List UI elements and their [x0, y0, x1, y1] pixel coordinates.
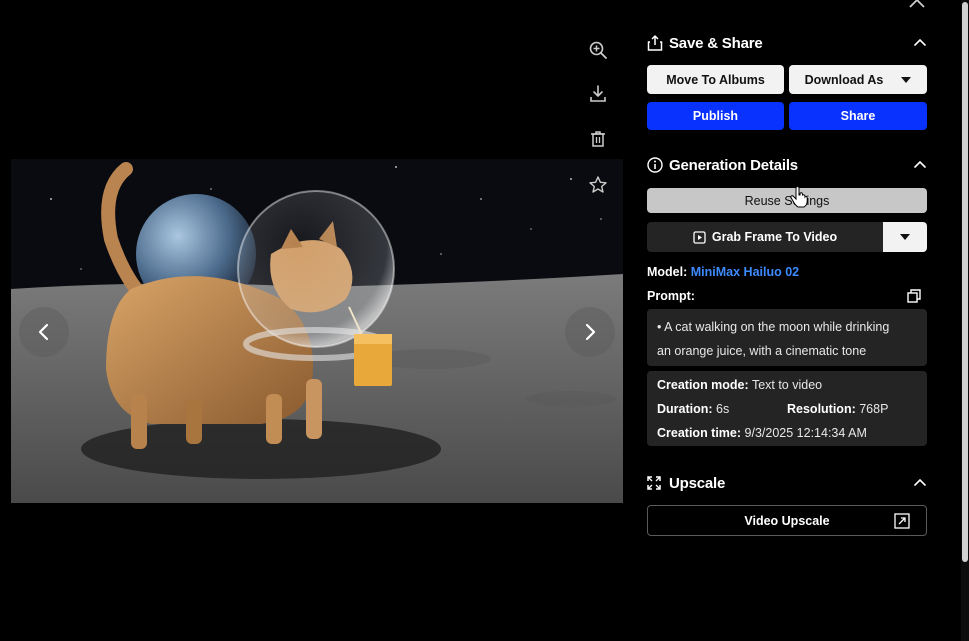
chevron-up-icon[interactable] — [913, 35, 927, 49]
caret-down-icon — [900, 234, 910, 240]
grab-frame-label: Grab Frame To Video — [711, 230, 838, 244]
copy-icon[interactable] — [906, 288, 922, 304]
prompt-text-line-2: an orange juice, with a cinematic tone — [657, 344, 867, 358]
creation-time-row: Creation time: 9/3/2025 12:14:34 AM — [657, 426, 867, 440]
save-share-header[interactable]: Save & Share — [647, 32, 927, 54]
delete-button[interactable] — [585, 126, 611, 152]
upscale-header[interactable]: Upscale — [647, 472, 927, 494]
prompt-text-line-1: • A cat walking on the moon while drinki… — [657, 320, 890, 334]
move-to-albums-button[interactable]: Move To Albums — [647, 65, 784, 94]
trash-icon — [591, 131, 605, 147]
expand-icon — [647, 475, 663, 491]
chevron-left-icon — [38, 323, 49, 341]
prompt-label: Prompt: — [647, 289, 695, 303]
share-button[interactable]: Share — [789, 102, 927, 130]
info-icon — [647, 157, 663, 173]
star-icon — [589, 176, 607, 193]
scrollbar[interactable] — [961, 0, 969, 641]
details-panel: Save & Share Move To Albums Download As … — [633, 0, 961, 641]
prompt-box: • A cat walking on the moon while drinki… — [647, 309, 927, 366]
publish-button[interactable]: Publish — [647, 102, 784, 130]
favorite-button[interactable] — [585, 172, 611, 198]
model-row: Model: MiniMax Hailuo 02 — [647, 265, 799, 279]
zoom-in-button[interactable] — [585, 37, 611, 63]
chevron-up-icon[interactable] — [913, 157, 927, 171]
download-button[interactable] — [585, 81, 611, 107]
download-as-button[interactable]: Download As — [789, 65, 927, 94]
frame-video-icon — [693, 230, 706, 244]
hand-cursor-icon — [790, 186, 808, 208]
share-label: Share — [840, 109, 876, 123]
generation-info-box: Creation mode: Text to video Duration: 6… — [647, 371, 927, 446]
media-viewer — [0, 0, 633, 641]
video-upscale-label: Video Upscale — [744, 513, 830, 528]
next-button[interactable] — [565, 307, 615, 357]
zoom-in-icon — [589, 41, 607, 59]
upscale-title: Upscale — [669, 474, 726, 492]
resolution-row: Resolution: 768P — [787, 402, 889, 416]
duration-row: Duration: 6s — [657, 402, 730, 416]
close-icon[interactable] — [907, 0, 927, 10]
chevron-up-icon[interactable] — [913, 475, 927, 489]
grab-frame-button[interactable]: Grab Frame To Video — [647, 222, 883, 252]
generation-details-title: Generation Details — [669, 156, 798, 174]
caret-down-icon — [901, 76, 912, 83]
external-link-icon — [894, 513, 910, 529]
video-upscale-button[interactable]: Video Upscale — [647, 505, 927, 536]
download-as-label: Download As — [804, 72, 884, 87]
download-icon — [590, 85, 606, 102]
save-share-title: Save & Share — [669, 34, 763, 52]
scrollbar-thumb[interactable] — [962, 2, 968, 562]
video-preview[interactable] — [11, 159, 623, 503]
reuse-settings-label: Reuse Settings — [744, 193, 830, 208]
cat-on-moon-image — [11, 159, 623, 503]
model-label: Model: — [647, 265, 688, 279]
publish-label: Publish — [692, 109, 739, 123]
model-link[interactable]: MiniMax Hailuo 02 — [691, 265, 799, 279]
reuse-settings-button[interactable]: Reuse Settings — [647, 188, 927, 213]
move-to-albums-label: Move To Albums — [666, 72, 765, 87]
previous-button[interactable] — [19, 307, 69, 357]
creation-mode-row: Creation mode: Text to video — [657, 378, 823, 392]
generation-details-header[interactable]: Generation Details — [647, 154, 927, 176]
grab-frame-options-button[interactable] — [883, 222, 927, 252]
chevron-right-icon — [585, 323, 596, 341]
share-upload-icon — [647, 35, 663, 51]
